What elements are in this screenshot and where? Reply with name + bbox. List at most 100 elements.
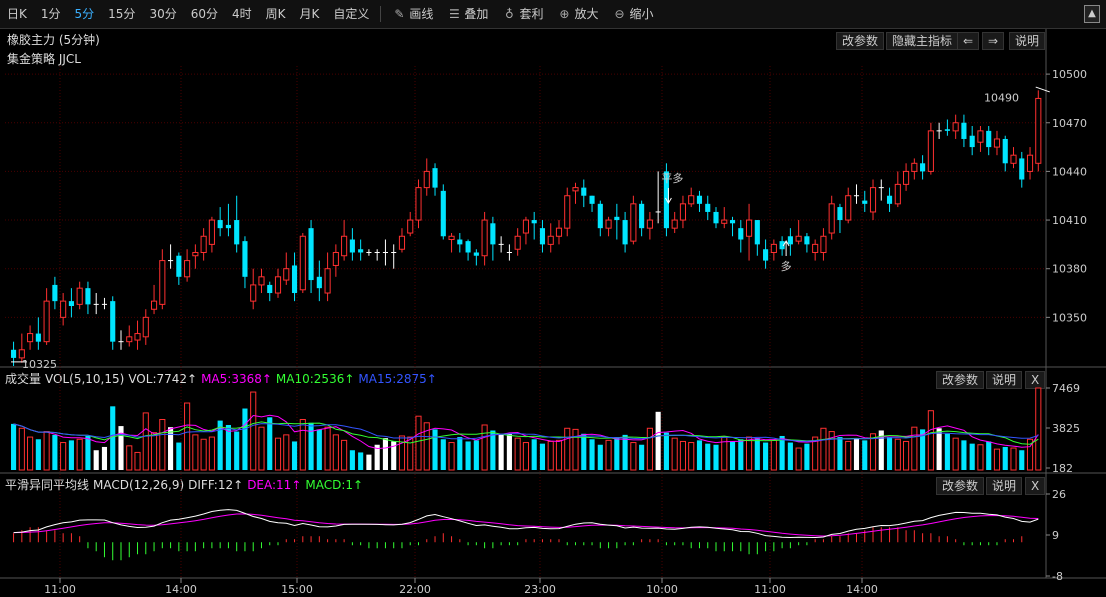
period-tab-0[interactable]: 日K <box>0 0 34 28</box>
volume-bar-up <box>43 431 50 471</box>
time-axis-label: 11:00 <box>44 583 76 596</box>
vol-value: VOL:7742↑ <box>128 372 198 386</box>
volume-help-button[interactable]: 说明 <box>986 371 1023 389</box>
candle-body-down <box>779 241 785 250</box>
volume-bar-down <box>176 442 182 470</box>
candle-body-up <box>43 300 50 343</box>
hide-main-indicator-button[interactable]: 隐藏主指标 <box>886 32 959 50</box>
candle-body-up <box>993 138 1001 148</box>
ma10-value: MA10:2536↑ <box>275 372 355 386</box>
layers-tool-button[interactable]: ☰ 叠加 <box>440 0 495 28</box>
pencil-tool-button[interactable]: ✎ 画线 <box>385 0 440 28</box>
candle-body-down <box>729 220 736 224</box>
period-tab-1[interactable]: 1分 <box>34 0 68 28</box>
volume-bar-down <box>531 439 537 470</box>
volume-indicator: VOL(5,10,15) <box>45 372 125 386</box>
candle-body-down <box>308 228 314 281</box>
volume-bar-up <box>142 412 149 471</box>
macd-params-button[interactable]: 改参数 <box>936 477 985 495</box>
volume-bar-down <box>597 444 603 470</box>
volume-bar-up <box>481 424 488 471</box>
volume-bar-up <box>283 434 290 471</box>
volume-bar-down <box>920 429 926 470</box>
candle-body-down <box>11 349 17 358</box>
next-indicator-button[interactable]: ⇒ <box>982 32 1005 50</box>
period-tab-5[interactable]: 60分 <box>184 0 225 28</box>
macd-close-button[interactable]: X <box>1025 477 1046 495</box>
volume-bar-down <box>804 443 810 470</box>
candle-body-up <box>845 195 852 221</box>
volume-bar-down <box>308 422 314 470</box>
ma5-line <box>13 414 1039 450</box>
kline-chart[interactable]: 10500 10470 10440 10410 10380 10350 10325 10490… <box>0 0 1106 597</box>
volume-bar-down <box>110 406 116 470</box>
candle-body-up <box>952 122 959 132</box>
period-tab-6[interactable]: 4时 <box>225 0 259 28</box>
volume-bar-down <box>316 429 322 470</box>
tool-label: 缩小 <box>629 7 654 21</box>
ma15-line <box>13 423 1039 442</box>
volume-bar-down <box>374 444 380 470</box>
candle-body-down <box>291 265 298 294</box>
price-tick-label: 10500 <box>1052 68 1087 81</box>
candle-body-down <box>1019 158 1025 180</box>
change-params-button[interactable]: 改参数 <box>836 32 885 50</box>
candle-body-down <box>862 200 868 204</box>
volume-bar-down <box>506 433 512 470</box>
candle-body-down <box>242 241 248 277</box>
candle-body-up <box>795 235 802 242</box>
volume-bar-down <box>738 439 744 470</box>
volume-bar-up <box>671 437 678 471</box>
candle-body-up <box>258 276 265 286</box>
candle-body-down <box>639 203 645 229</box>
period-tab-3[interactable]: 15分 <box>101 0 142 28</box>
volume-bar-down <box>705 443 711 470</box>
time-axis-label: 10:00 <box>646 583 678 596</box>
candle-body-down <box>85 288 91 305</box>
candle-body-down <box>663 171 669 229</box>
period-tab-2[interactable]: 5分 <box>68 0 102 28</box>
volume-bar-down <box>589 439 595 470</box>
period-tab-8[interactable]: 月K <box>293 0 327 28</box>
volume-bar-up <box>192 434 199 471</box>
time-axis-label: 15:00 <box>281 583 313 596</box>
volume-bar-up <box>1010 447 1017 471</box>
macd-label: 平滑异同平均线 <box>5 478 90 492</box>
layers-icon: ☰ <box>449 7 460 21</box>
candle-body-down <box>986 130 992 148</box>
candle-body-down <box>886 195 893 204</box>
volume-bar-down <box>862 440 868 470</box>
volume-bar-down <box>622 434 628 470</box>
volume-bar-up <box>258 426 265 471</box>
period-tab-4[interactable]: 30分 <box>142 0 183 28</box>
candle-body-up <box>869 187 877 213</box>
prev-indicator-button[interactable]: ⇐ <box>957 32 980 50</box>
zoom-out-tool-button[interactable]: ⊖ 缩小 <box>605 0 660 28</box>
volume-bar-up <box>324 426 331 471</box>
candle-body-down <box>68 301 74 306</box>
candle-body-down <box>432 168 438 188</box>
volume-bar-up <box>60 442 67 471</box>
volume-bar-down <box>639 444 645 470</box>
candle-body-up <box>159 260 166 305</box>
candle-body-down <box>804 236 810 245</box>
volume-close-button[interactable]: X <box>1025 371 1046 389</box>
volume-bar-up <box>547 440 554 471</box>
collapse-toolbar-icon[interactable]: ▲ <box>1084 5 1100 23</box>
dea-value: DEA:11↑ <box>247 478 302 492</box>
period-tab-7[interactable]: 周K <box>259 0 293 28</box>
macd-help-button[interactable]: 说明 <box>986 477 1023 495</box>
candle-body-up <box>1035 97 1042 164</box>
candle-body-down <box>457 239 463 245</box>
volume-bar-up <box>845 440 852 471</box>
volume-bar-down <box>93 450 99 470</box>
money-bag-tool-button[interactable]: ♁ 套利 <box>495 0 550 28</box>
time-axis-label: 23:00 <box>524 583 556 596</box>
volume-bar-down <box>936 428 942 470</box>
pencil-icon: ✎ <box>394 7 405 21</box>
zoom-in-tool-button[interactable]: ⊕ 放大 <box>550 0 605 28</box>
period-tab-9[interactable]: 自定义 <box>326 0 376 28</box>
main-help-button[interactable]: 说明 <box>1009 32 1046 50</box>
volume-params-button[interactable]: 改参数 <box>936 371 985 389</box>
volume-bar-up <box>812 436 819 471</box>
